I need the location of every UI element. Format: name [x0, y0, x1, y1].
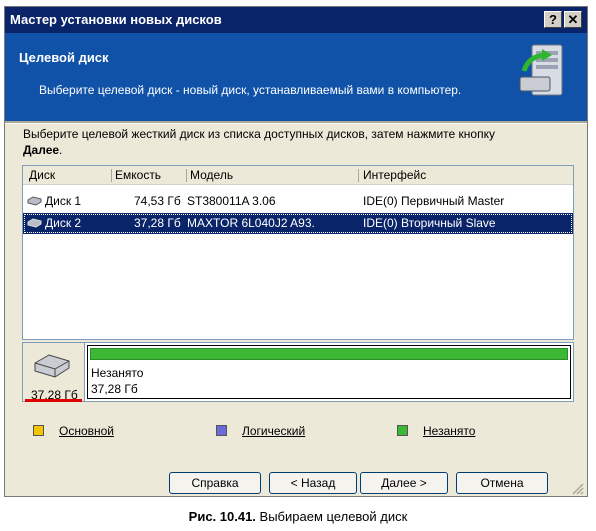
instruction-text: Выберите целевой жесткий диск из списка … — [23, 127, 495, 157]
wizard-header: Целевой диск Выберите целевой диск - нов… — [5, 33, 587, 121]
title-bar[interactable]: Мастер установки новых дисков ? ✕ — [5, 7, 587, 33]
help-title-button[interactable]: ? — [544, 11, 562, 28]
logical-swatch — [216, 425, 227, 436]
partition-bar — [90, 348, 568, 360]
cancel-button[interactable]: Отмена — [456, 472, 548, 494]
column-disk[interactable]: Диск — [29, 168, 55, 182]
hard-disk-icon — [27, 196, 42, 206]
hard-disk-icon — [34, 354, 70, 378]
list-header: Диск Емкость Модель Интерфейс — [23, 166, 573, 185]
server-disk-icon — [519, 44, 563, 96]
figure-caption: Рис. 10.41. Выбираем целевой диск — [188, 509, 408, 524]
hard-disk-icon — [27, 218, 42, 228]
resize-grip-icon[interactable] — [570, 481, 584, 495]
close-title-button[interactable]: ✕ — [564, 11, 582, 28]
selected-indicator — [25, 399, 82, 402]
unallocated-swatch — [397, 425, 408, 436]
partition-label: Незанято — [91, 366, 144, 380]
next-button[interactable]: Далее > — [360, 472, 448, 494]
disk-row-2[interactable]: Диск 2 37,28 Гб MAXTOR 6L040J2 A93. IDE(… — [23, 213, 573, 234]
disk-map-drive[interactable]: 37,28 Гб — [23, 343, 85, 402]
disk-list[interactable]: Диск Емкость Модель Интерфейс Диск 1 74,… — [22, 165, 574, 340]
partition-size: 37,28 Гб — [91, 382, 138, 396]
column-model[interactable]: Модель — [190, 168, 233, 182]
disk-map: 37,28 Гб Незанято 37,28 Гб — [22, 342, 574, 402]
primary-swatch — [33, 425, 44, 436]
column-interface[interactable]: Интерфейс — [363, 168, 426, 182]
disk-row-1[interactable]: Диск 1 74,53 Гб ST380011A 3.06 IDE(0) Пе… — [23, 191, 573, 212]
window-title: Мастер установки новых дисков — [10, 12, 222, 27]
column-capacity[interactable]: Емкость — [115, 168, 161, 182]
wizard-window: Мастер установки новых дисков ? ✕ Целево… — [4, 6, 588, 497]
header-subtitle: Выберите целевой диск - новый диск, уста… — [39, 83, 462, 97]
help-button[interactable]: Справка — [169, 472, 261, 494]
partition-block[interactable]: Незанято 37,28 Гб — [87, 345, 571, 399]
header-separator — [5, 121, 587, 124]
header-title: Целевой диск — [19, 50, 109, 65]
back-button[interactable]: < Назад — [269, 472, 357, 494]
